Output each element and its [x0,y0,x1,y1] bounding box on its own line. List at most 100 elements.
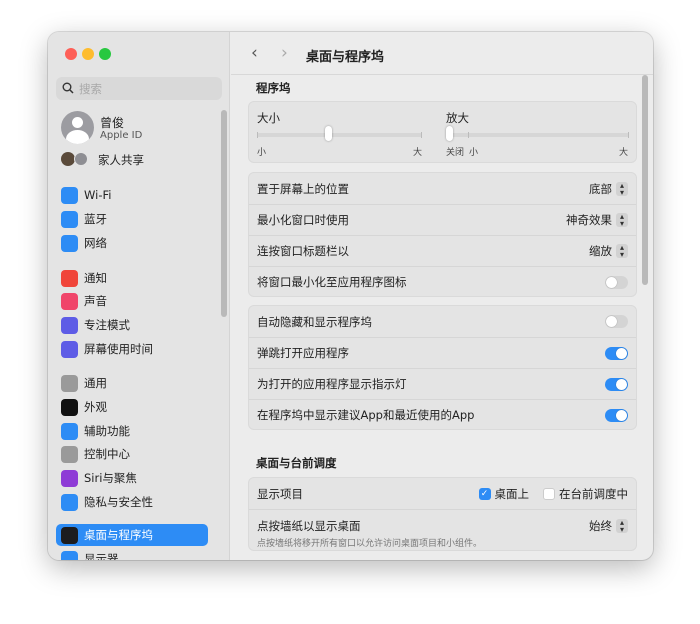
popup-value: 缩放 [589,244,612,258]
sidebar-item[interactable]: 隐私与安全性 [56,491,208,513]
wifi-icon [61,186,78,204]
accessibility-icon [61,422,78,440]
forward-button[interactable]: › [281,43,288,63]
popup-button[interactable]: 缩放 ▴ ▾ [589,243,628,259]
click-wallpaper-description: 点按墙纸将移开所有窗口以允许访问桌面项目和小组件。 [257,539,483,549]
setting-row: 连按窗口标题栏以 缩放 ▴ ▾ [249,235,636,266]
close-button[interactable] [65,48,77,60]
section-stage-heading: 桌面与台前调度 [256,456,337,470]
sidebar-item[interactable]: 外观 [56,396,208,418]
bluetooth-icon [61,210,78,228]
sidebar-item-label: 网络 [84,236,107,250]
popup-value: 底部 [589,181,612,196]
avatar[interactable] [61,111,94,144]
sidebar-item-label: 蓝牙 [84,212,107,226]
sidebar-item[interactable]: 通用 [56,372,208,394]
setting-label: 自动隐藏和显示程序坞 [257,314,372,329]
sidebar-item[interactable]: 控制中心 [56,443,208,465]
sidebar-item-label: 控制中心 [84,447,130,461]
main-pane: ‹ › 桌面与程序坞 程序坞 大小 小 大 放大 关闭 小 大 置于屏幕上的位置… [231,32,653,560]
moon-icon [61,316,78,334]
globe-icon [61,234,78,252]
profile-name[interactable]: 曾俊 [100,114,124,131]
stage-manager-checkbox[interactable]: 在台前调度中 [543,486,628,502]
setting-label: 将窗口最小化至应用程序图标 [257,275,407,289]
magnify-min-label: 小 [469,148,479,158]
page-title: 桌面与程序坞 [306,50,385,65]
sidebar-item[interactable]: 通知 [56,267,208,289]
popup-button[interactable]: 神奇效果 ▴ ▾ [566,212,628,228]
desktop-checkbox[interactable]: ✓ 桌面上 [478,486,530,502]
sidebar-item[interactable]: 显示器 [56,548,208,560]
main-scrollbar[interactable] [642,75,648,285]
popup-button[interactable]: 底部 ▴ ▾ [589,181,628,197]
setting-row: 自动隐藏和显示程序坞 [249,306,636,337]
sidebar-item-label: 通知 [84,271,107,285]
setting-label: 置于屏幕上的位置 [257,181,349,196]
sidebar-item[interactable]: 辅助功能 [56,420,208,442]
magnify-slider[interactable] [447,133,629,137]
sidebar-item-family[interactable]: 家人共享 [98,152,144,168]
setting-label: 弹跳打开应用程序 [257,346,349,360]
desktop-checkbox-label: 桌面上 [494,486,530,501]
magnify-max-label: 大 [619,148,629,158]
setting-label: 最小化窗口时使用 [257,213,349,227]
size-slider[interactable] [257,133,422,137]
sun-icon [61,550,78,560]
size-label: 大小 [257,111,280,125]
magnify-slider-knob[interactable] [446,126,453,141]
sidebar-item-label: 屏幕使用时间 [84,342,153,356]
sidebar-item[interactable]: Siri与聚焦 [56,467,208,489]
control-center-icon [61,445,78,463]
toggle-switch[interactable] [605,377,628,391]
sidebar-item[interactable]: 网络 [56,232,208,254]
toggle-switch[interactable] [605,315,628,328]
chevron-updown-icon: ▴ ▾ [616,213,628,228]
popup-value: 始终 [589,519,612,533]
back-button[interactable]: ‹ [251,43,258,63]
appearance-icon [61,398,78,416]
click-wallpaper-label: 点按墙纸以显示桌面 [257,519,361,533]
size-slider-knob[interactable] [324,126,332,141]
profile-apple-id[interactable]: Apple ID [100,130,142,141]
chevron-updown-icon: ▴ ▾ [616,181,628,196]
popup-value: 神奇效果 [566,213,612,227]
chevron-updown-icon: ▴ ▾ [616,244,628,259]
click-wallpaper-popup[interactable]: 始终 ▴ ▾ [589,518,628,534]
sidebar-scrollbar[interactable] [221,110,227,317]
bell-icon [61,269,78,287]
sidebar-item-label: Wi-Fi [84,188,112,202]
toggle-switch[interactable] [605,408,628,422]
setting-row: 弹跳打开应用程序 [249,337,636,368]
sidebar-item[interactable]: 桌面与程序坞 [56,524,208,546]
sidebar-item[interactable]: 屏幕使用时间 [56,338,208,360]
setting-row: 最小化窗口时使用 神奇效果 ▴ ▾ [249,204,636,235]
family-avatar-icon [74,152,88,166]
magnify-off-label: 关闭 [446,148,465,158]
setting-row: 置于屏幕上的位置 底部 ▴ ▾ [249,173,636,204]
sidebar-item-label: 外观 [84,400,107,414]
toggle-switch[interactable] [605,275,628,289]
dock-icon [61,526,78,544]
search-icon [62,82,74,94]
setting-label: 为打开的应用程序显示指示灯 [257,377,407,391]
family-avatar-icon [61,152,75,166]
settings-window: 搜索 曾俊 Apple ID 家人共享 Wi-Fi 蓝牙网络通知声音 专注模式屏幕使… [48,32,653,560]
sidebar-item[interactable]: 专注模式 [56,314,208,336]
section-dock-heading: 程序坞 [256,81,291,95]
setting-label: 连按窗口标题栏以 [257,244,349,258]
sidebar-item-label: 显示器 [84,552,119,560]
dock-behavior-panel: 自动隐藏和显示程序坞 弹跳打开应用程序 为打开的应用程序显示指示灯 在程序坞中显示建议… [248,305,637,430]
gear-icon [61,374,78,392]
sidebar-item[interactable]: Wi-Fi [56,184,208,206]
sidebar-item[interactable]: 声音 [56,290,208,312]
toggle-switch[interactable] [605,346,628,360]
search-input[interactable]: 搜索 [56,77,222,100]
stage-panel: 显示项目 ✓ 桌面上 在台前调度中 点按墙纸以显示桌面 点按墙纸将移开所有窗口以… [248,477,637,551]
minimize-button[interactable] [82,48,94,60]
sidebar-item-label: Siri与聚焦 [84,471,137,485]
hand-icon [61,493,78,511]
chevron-updown-icon: ▴ ▾ [616,519,628,534]
zoom-button[interactable] [99,48,111,60]
sidebar-item[interactable]: 蓝牙 [56,208,208,230]
